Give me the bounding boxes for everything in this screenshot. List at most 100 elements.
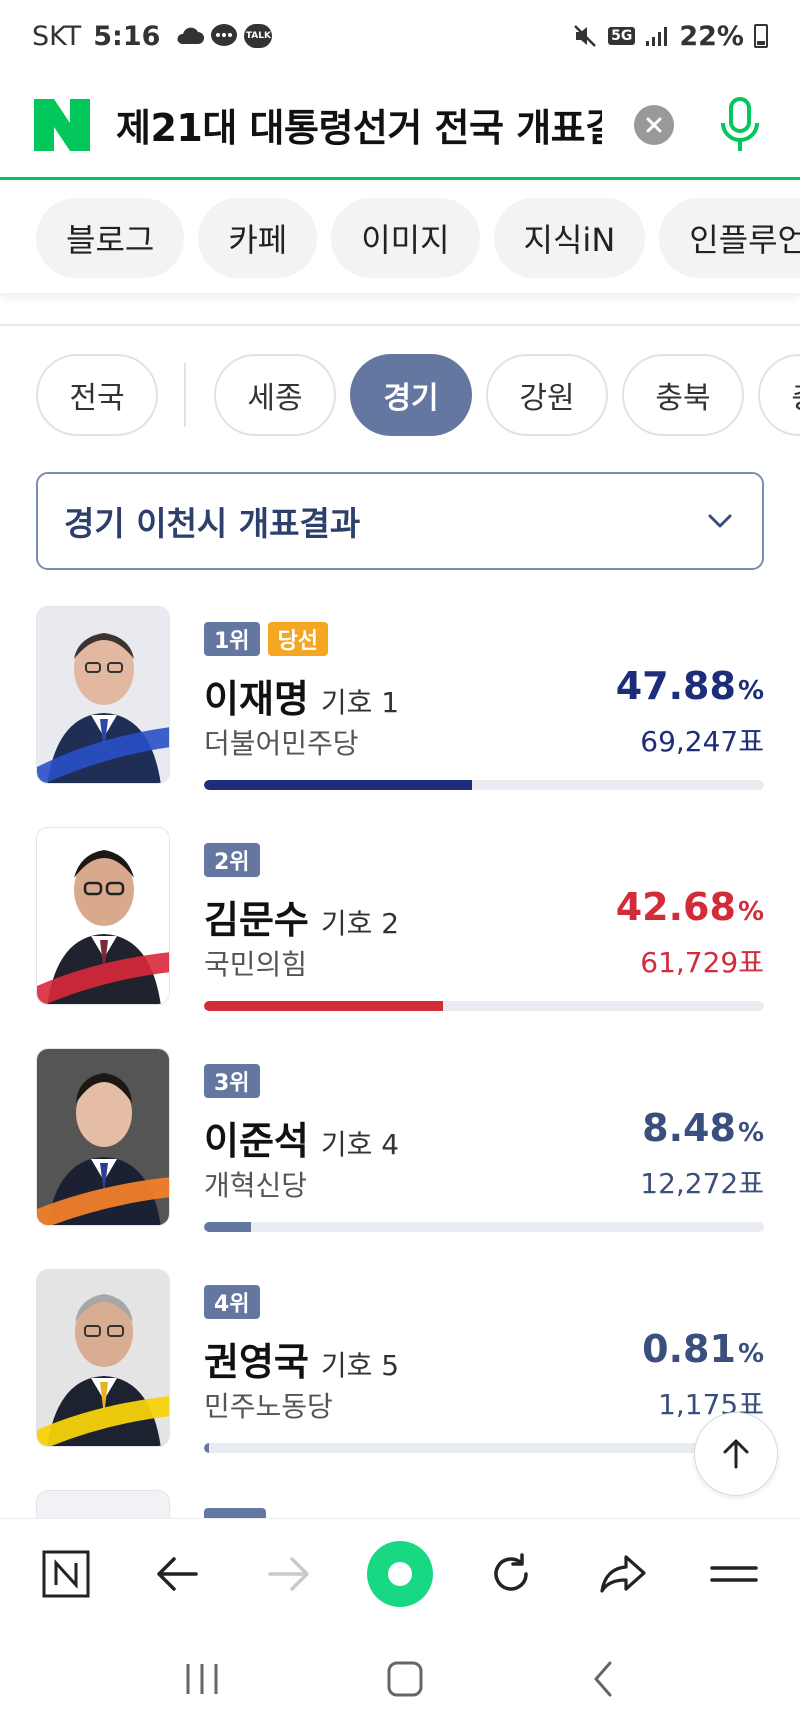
- rank-badge: 2위: [204, 843, 260, 877]
- microphone-icon: [721, 96, 759, 151]
- vote-share-bar: [204, 780, 764, 790]
- search-input[interactable]: 제21대 대통령선거 전국 개표결과: [116, 97, 602, 152]
- candidate-name: 권영국: [204, 1340, 309, 1384]
- refresh-icon: [494, 1552, 529, 1591]
- forward-button[interactable]: [252, 1537, 326, 1611]
- green-dot-button[interactable]: [363, 1537, 437, 1611]
- candidate-photo: [36, 827, 170, 1005]
- section-divider: [0, 324, 800, 326]
- candidate-party: 더불어민주당: [204, 727, 359, 760]
- battery-percent: 22%: [679, 20, 744, 52]
- refresh-button[interactable]: [474, 1537, 548, 1611]
- tab-knowledge-in[interactable]: 지식iN: [493, 198, 646, 278]
- vote-share-bar: [204, 1443, 764, 1453]
- talk-icon: TALK: [244, 24, 273, 48]
- tab-cafe[interactable]: 카페: [198, 198, 318, 278]
- vote-count: 12,272표: [640, 1167, 764, 1200]
- menu-icon: [710, 1565, 758, 1582]
- region-tab-chungbuk[interactable]: 충북: [622, 354, 744, 436]
- vote-share-fill: [204, 780, 473, 790]
- rank-badge: 1위: [204, 622, 260, 656]
- battery-icon: [754, 24, 768, 48]
- candidate-party: 국민의힘: [204, 948, 308, 981]
- vote-share-fill: [204, 1443, 209, 1453]
- chat-icon: [211, 24, 238, 46]
- candidate-photo-partial: [36, 1490, 170, 1520]
- candidate-name: 이재명: [204, 677, 309, 721]
- share-icon: [600, 1554, 646, 1593]
- chevron-left-icon: [594, 1661, 612, 1697]
- region-tab-chungnam[interactable]: 충남: [758, 354, 800, 436]
- candidate-number: 기호 2: [320, 907, 400, 940]
- candidate-row[interactable]: 4위 권영국 기호 5 민주노동당 0.81% 1,175표: [36, 1269, 764, 1469]
- region-tab-gyeonggi[interactable]: 경기: [350, 354, 472, 436]
- naver-n-icon: [42, 1550, 90, 1597]
- vote-share-bar: [204, 1001, 764, 1011]
- cloud-icon: [177, 27, 205, 44]
- menu-button[interactable]: [697, 1537, 771, 1611]
- status-bar: SKT 5:16 TALK 5G 22%: [0, 0, 800, 72]
- vote-percent: 0.81%: [642, 1327, 764, 1371]
- region-tab-national[interactable]: 전국: [36, 354, 158, 436]
- notification-icons: TALK: [174, 23, 273, 49]
- candidate-party: 개혁신당: [204, 1169, 308, 1202]
- elected-badge: 당선: [267, 622, 329, 656]
- vote-percent: 47.88%: [615, 664, 764, 708]
- mute-icon: [574, 25, 597, 47]
- region-tabs: 전국 세종 경기 강원 충북 충남: [0, 353, 800, 437]
- network-badge: 5G: [608, 27, 636, 45]
- system-back-button[interactable]: [588, 1659, 618, 1703]
- chevron-down-icon: [708, 514, 732, 528]
- system-navigation-bar: [0, 1628, 800, 1734]
- tab-blog[interactable]: 블로그: [36, 198, 185, 278]
- arrow-up-icon: [723, 1439, 749, 1469]
- clock: 5:16: [93, 20, 161, 52]
- system-indicators: 5G 22%: [572, 21, 768, 52]
- vote-count: 61,729표: [640, 946, 764, 979]
- tab-image[interactable]: 이미지: [331, 198, 480, 278]
- vote-percent: 42.68%: [615, 885, 764, 929]
- candidate-name: 김문수: [204, 898, 309, 942]
- arrow-right-icon: [267, 1556, 309, 1591]
- browser-toolbar: [0, 1518, 800, 1628]
- candidate-number: 기호 5: [320, 1349, 400, 1382]
- back-button[interactable]: [140, 1537, 214, 1611]
- candidate-photo: [36, 1048, 170, 1226]
- signal-icon: [646, 27, 668, 46]
- clear-search-button[interactable]: [634, 104, 674, 145]
- rank-badge: 3위: [204, 1064, 260, 1098]
- candidate-photo: [36, 606, 170, 784]
- rank-badge: 4위: [204, 1285, 260, 1319]
- scroll-to-top-button[interactable]: [694, 1412, 778, 1496]
- candidate-row[interactable]: 3위 이준석 기호 4 개혁신당 8.48% 12,272표: [36, 1048, 764, 1248]
- share-button[interactable]: [586, 1537, 660, 1611]
- naver-tab-button[interactable]: [29, 1537, 103, 1611]
- candidate-number: 기호 4: [320, 1128, 400, 1161]
- home-button[interactable]: [385, 1659, 425, 1703]
- district-result-selector[interactable]: 경기 이천시 개표결과: [36, 472, 764, 570]
- voice-search-button[interactable]: [710, 95, 770, 155]
- candidate-row[interactable]: 2위 김문수 기호 2 국민의힘 42.68% 61,729표: [36, 827, 764, 1027]
- close-icon: [646, 117, 662, 132]
- region-divider: [184, 363, 186, 427]
- recent-apps-icon: [186, 1664, 218, 1694]
- home-icon: [387, 1661, 423, 1697]
- candidate-number: 기호 1: [320, 686, 400, 719]
- region-tab-gangwon[interactable]: 강원: [486, 354, 608, 436]
- candidate-party: 민주노동당: [204, 1390, 333, 1423]
- recent-apps-button[interactable]: [182, 1661, 222, 1701]
- candidate-row[interactable]: 1위 당선 이재명 기호 1 더불어민주당 47.88% 69,247표: [36, 606, 764, 806]
- vote-count: 69,247표: [640, 725, 764, 758]
- category-tabs: 블로그 카페 이미지 지식iN 인플루언서: [0, 183, 800, 293]
- green-dot-icon: [366, 1540, 433, 1607]
- carrier-label: SKT: [32, 20, 82, 52]
- candidate-photo: [36, 1269, 170, 1447]
- vote-share-bar: [204, 1222, 764, 1232]
- candidate-name: 이준석: [204, 1119, 309, 1163]
- naver-logo[interactable]: [34, 98, 90, 151]
- tab-influencer[interactable]: 인플루언서: [659, 198, 800, 278]
- region-tab-sejong[interactable]: 세종: [214, 354, 336, 436]
- search-bar: 제21대 대통령선거 전국 개표결과: [0, 72, 800, 180]
- arrow-left-icon: [157, 1556, 198, 1591]
- district-result-label: 경기 이천시 개표결과: [64, 504, 361, 543]
